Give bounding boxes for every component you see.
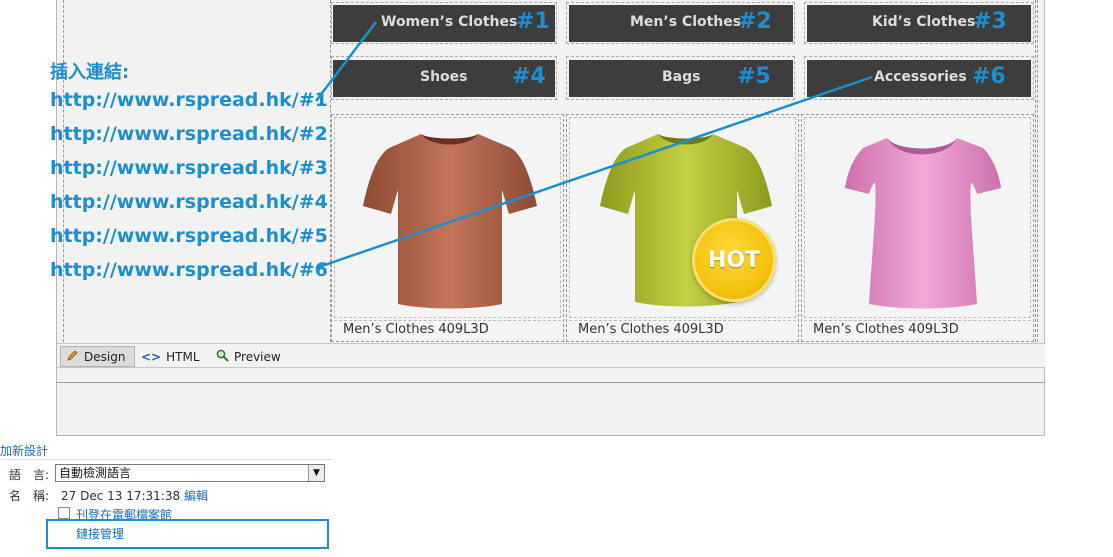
nav-button-tag: #6 <box>972 64 1006 89</box>
caption-divider <box>569 320 796 321</box>
tshirt-brown-image <box>363 134 537 309</box>
product-caption: Men’s Clothes 409L3D <box>813 322 959 337</box>
language-value: 自動檢測語言 <box>59 466 132 480</box>
product-caption: Men’s Clothes 409L3D <box>578 322 724 337</box>
language-select[interactable]: 自動檢測語言 ▼ <box>55 464 325 482</box>
language-label: 語 言: <box>9 468 50 482</box>
magnifier-icon <box>216 349 229 365</box>
caption-divider <box>804 320 1031 321</box>
add-design-link[interactable]: 加新設計 <box>0 442 48 459</box>
annotation-link-2: http://www.rspread.hk/#2 <box>50 123 328 145</box>
nav-button-tag: #5 <box>737 64 771 89</box>
hot-badge: HOT <box>692 218 776 302</box>
chevron-down-icon[interactable]: ▼ <box>308 465 324 481</box>
hot-badge-label: HOT <box>707 247 761 273</box>
tab-design[interactable]: Design <box>60 346 135 367</box>
nav-button-kids-clothes[interactable]: Kid’s Clothes #3 <box>807 5 1031 42</box>
tab-label: HTML <box>166 349 200 364</box>
code-icon: <> <box>141 349 162 364</box>
nav-button-shoes[interactable]: Shoes #4 <box>333 60 555 97</box>
nav-button-label: Bags <box>662 69 701 85</box>
nav-button-tag: #2 <box>738 9 772 34</box>
nav-button-tag: #3 <box>973 9 1007 34</box>
nav-button-label: Men’s Clothes <box>630 14 742 30</box>
name-label: 名 稱: <box>9 489 50 503</box>
nav-button-womens-clothes[interactable]: Women’s Clothes #1 <box>333 5 555 42</box>
edit-name-link[interactable]: 編輯 <box>184 489 208 503</box>
tab-preview[interactable]: Preview <box>210 346 287 367</box>
nav-button-label: Kid’s Clothes <box>872 14 976 30</box>
annotation-title: 插入連結: <box>50 62 130 83</box>
divider <box>57 382 1045 383</box>
nav-button-label: Women’s Clothes <box>381 14 518 30</box>
nav-button-label: Shoes <box>420 69 468 85</box>
nav-button-tag: #4 <box>512 64 546 89</box>
caption-divider <box>334 320 561 321</box>
product-card[interactable]: Men’s Clothes 409L3D <box>331 114 564 342</box>
product-caption: Men’s Clothes 409L3D <box>343 322 489 337</box>
divider <box>0 459 332 460</box>
nav-button-label: Accessories <box>874 69 967 85</box>
name-value-row: 27 Dec 13 17:31:38 編輯 <box>61 487 208 504</box>
nav-button-mens-clothes[interactable]: Men’s Clothes #2 <box>569 5 793 42</box>
tab-label: Design <box>84 349 126 364</box>
annotation-link-6: http://www.rspread.hk/#6 <box>50 259 328 281</box>
tshirt-lime-image <box>600 134 772 307</box>
editor-tabbar: Design <> HTML Preview <box>57 343 1045 368</box>
annotation-link-3: http://www.rspread.hk/#3 <box>50 157 328 179</box>
name-value: 27 Dec 13 17:31:38 <box>61 489 181 503</box>
nav-button-tag: #1 <box>516 9 550 34</box>
tab-html[interactable]: <> HTML <box>135 346 206 367</box>
product-card[interactable]: Men’s Clothes 409L3D <box>801 114 1034 342</box>
tab-label: Preview <box>234 349 281 364</box>
product-card[interactable]: Men’s Clothes 409L3D <box>566 114 799 342</box>
archive-checkbox[interactable] <box>58 507 70 519</box>
nav-button-accessories[interactable]: Accessories #6 <box>807 60 1031 97</box>
annotation-link-1: http://www.rspread.hk/#1 <box>50 89 328 111</box>
product-image-area <box>804 117 1031 318</box>
product-image-area <box>334 117 561 318</box>
annotation-link-5: http://www.rspread.hk/#5 <box>50 225 328 247</box>
tshirt-pink-image <box>845 138 1001 309</box>
nav-button-bags[interactable]: Bags #5 <box>569 60 793 97</box>
pencil-icon <box>67 349 79 364</box>
link-manager-link[interactable]: 鏈接管理 <box>76 525 124 542</box>
annotation-link-4: http://www.rspread.hk/#4 <box>50 191 328 213</box>
